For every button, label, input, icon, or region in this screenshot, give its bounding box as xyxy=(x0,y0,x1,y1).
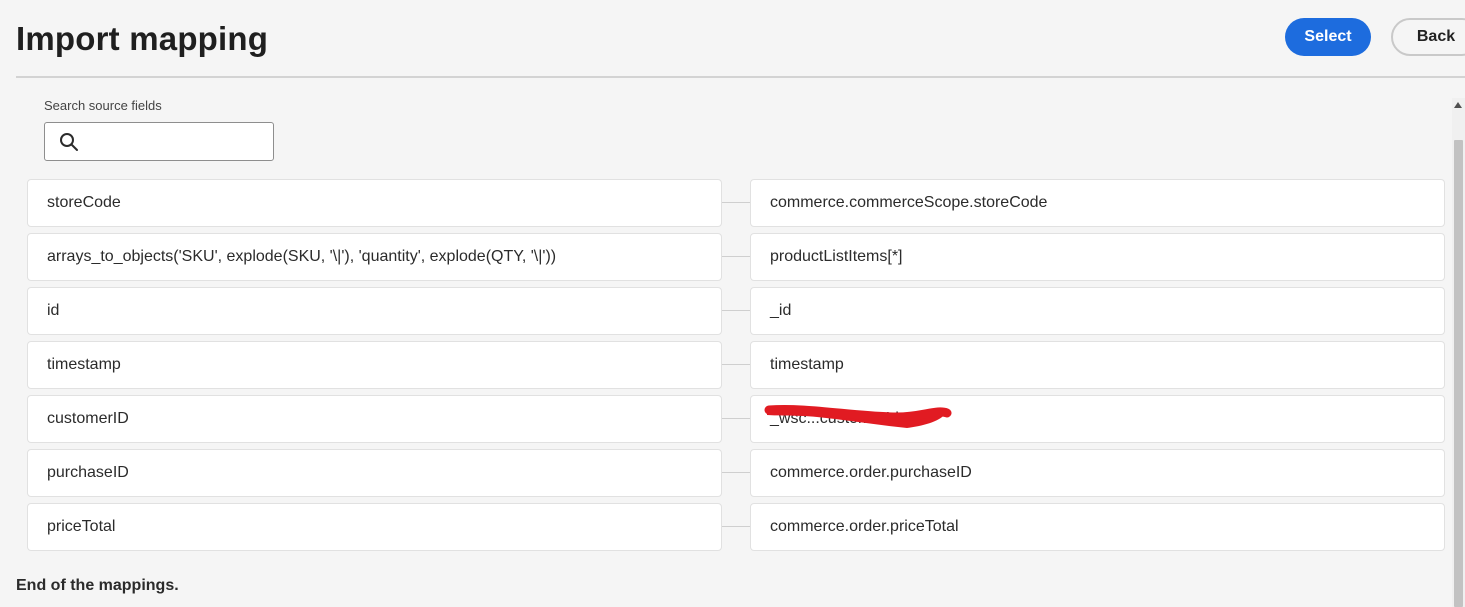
back-button[interactable]: Back xyxy=(1391,18,1465,56)
source-field[interactable]: timestamp xyxy=(27,341,722,389)
scroll-up-arrow-icon[interactable] xyxy=(1454,102,1462,108)
end-of-mappings-text: End of the mappings. xyxy=(16,577,179,594)
search-label: Search source fields xyxy=(44,98,162,113)
target-field[interactable]: commerce.order.priceTotal xyxy=(750,503,1445,551)
search-input[interactable] xyxy=(87,127,271,157)
target-field[interactable]: _id xyxy=(750,287,1445,335)
mapping-list: storeCode commerce.commerceScope.storeCo… xyxy=(27,179,1445,557)
source-field[interactable]: arrays_to_objects('SKU', explode(SKU, '\… xyxy=(27,233,722,281)
page-title: Import mapping xyxy=(16,20,269,57)
target-field[interactable]: timestamp xyxy=(750,341,1445,389)
select-button[interactable]: Select xyxy=(1285,18,1371,56)
target-field[interactable]: commerce.commerceScope.storeCode xyxy=(750,179,1445,227)
mapping-row: customerID _wsc...customerId xyxy=(27,395,1445,443)
import-mapping-page: Import mapping Select Back Search source… xyxy=(0,0,1465,607)
header-divider xyxy=(16,76,1465,78)
scrollbar[interactable] xyxy=(1452,98,1465,607)
mapping-connector xyxy=(722,472,750,473)
mapping-row: purchaseID commerce.order.purchaseID xyxy=(27,449,1445,497)
source-field[interactable]: customerID xyxy=(27,395,722,443)
mapping-connector xyxy=(722,310,750,311)
source-field[interactable]: purchaseID xyxy=(27,449,722,497)
mapping-row: arrays_to_objects('SKU', explode(SKU, '\… xyxy=(27,233,1445,281)
source-field[interactable]: storeCode xyxy=(27,179,722,227)
mapping-row: storeCode commerce.commerceScope.storeCo… xyxy=(27,179,1445,227)
target-field[interactable]: productListItems[*] xyxy=(750,233,1445,281)
mapping-connector xyxy=(722,526,750,527)
search-field[interactable] xyxy=(44,122,274,161)
mapping-row: id _id xyxy=(27,287,1445,335)
mapping-row: priceTotal commerce.order.priceTotal xyxy=(27,503,1445,551)
mapping-connector xyxy=(722,418,750,419)
source-field[interactable]: id xyxy=(27,287,722,335)
source-field[interactable]: priceTotal xyxy=(27,503,722,551)
search-icon xyxy=(60,133,78,151)
target-field[interactable]: _wsc...customerId xyxy=(750,395,1445,443)
target-field[interactable]: commerce.order.purchaseID xyxy=(750,449,1445,497)
mapping-connector xyxy=(722,256,750,257)
scroll-thumb[interactable] xyxy=(1454,140,1463,607)
mapping-row: timestamp timestamp xyxy=(27,341,1445,389)
mapping-connector xyxy=(722,364,750,365)
mapping-connector xyxy=(722,202,750,203)
